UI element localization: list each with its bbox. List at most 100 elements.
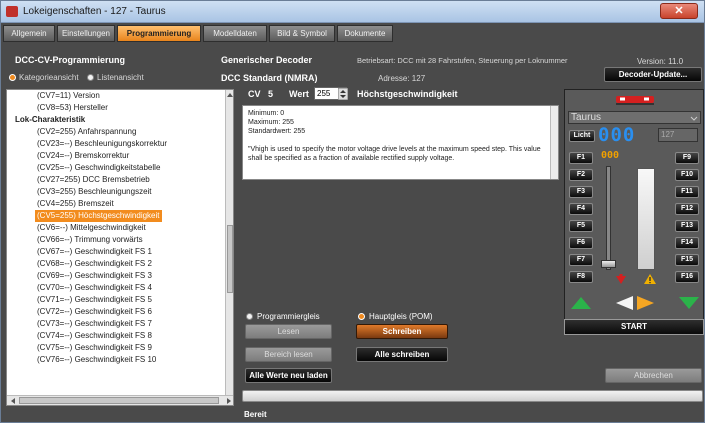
radio-listenansicht[interactable]	[87, 74, 94, 81]
scroll-right-icon[interactable]	[225, 397, 233, 405]
speed-step-value: 127	[661, 130, 675, 139]
version-text: Version: 11.0	[637, 57, 684, 66]
speed-step-stepper[interactable]: 127	[658, 128, 698, 142]
function-f11-button[interactable]: F11	[675, 186, 699, 198]
close-button[interactable]: ✕	[660, 3, 698, 19]
label-listenansicht: Listenansicht	[97, 73, 144, 82]
tree-item[interactable]: (CV75=--) Geschwindigkeit FS 9	[37, 342, 152, 354]
tree-vertical-scrollbar[interactable]	[225, 90, 233, 395]
description-line: Minimum: 0	[248, 110, 285, 117]
tree-item[interactable]: (CV66=--) Trimmung vorwärts	[37, 234, 143, 246]
radio-hauptgleis[interactable]	[358, 313, 365, 320]
description-scrollbar[interactable]	[550, 106, 558, 179]
speed-slider[interactable]	[606, 166, 611, 270]
tree-item[interactable]: (CV72=--) Geschwindigkeit FS 6	[37, 306, 152, 318]
decoder-update-button[interactable]: Decoder-Update...	[604, 67, 702, 82]
tree-item[interactable]: (CV3=255) Beschleunigungszeit	[37, 186, 152, 198]
cv-description: Minimum: 0 Maximum: 255 Standardwert: 25…	[242, 105, 559, 180]
address-text: Adresse: 127	[378, 74, 426, 83]
tab-dokumente[interactable]: Dokumente	[337, 25, 393, 42]
function-f10-button[interactable]: F10	[675, 169, 699, 181]
cv-tree[interactable]: (CV7=11) Version (CV8=53) Hersteller Lok…	[6, 89, 234, 406]
tree-item[interactable]: (CV2=255) Anfahrspannung	[37, 126, 136, 138]
tab-allgemein[interactable]: Allgemein	[3, 25, 55, 42]
function-f8-button[interactable]: F8	[569, 271, 593, 283]
tree-item[interactable]: (CV73=--) Geschwindigkeit FS 7	[37, 318, 152, 330]
description-line: Standardwert: 255	[248, 128, 306, 135]
scroll-up-icon[interactable]	[226, 91, 234, 99]
chevron-down-icon	[690, 116, 698, 121]
tree-horizontal-scroll-thumb[interactable]	[19, 397, 219, 404]
description-text: "Vhigh is used to specify the motor volt…	[248, 146, 541, 162]
down-arrow-icon[interactable]	[678, 296, 700, 310]
function-f5-button[interactable]: F5	[569, 220, 593, 232]
radio-programmiergleis[interactable]	[246, 313, 253, 320]
function-f1-button[interactable]: F1	[569, 152, 593, 164]
tree-item[interactable]: (CV23=--) Beschleunigungskorrektur	[37, 138, 167, 150]
scroll-left-icon[interactable]	[9, 397, 17, 405]
warning-icon[interactable]	[643, 273, 657, 285]
tree-item[interactable]: (CV68=--) Geschwindigkeit FS 2	[37, 258, 152, 270]
app-icon	[6, 6, 18, 17]
function-f12-button[interactable]: F12	[675, 203, 699, 215]
cv-number: 5	[268, 89, 274, 99]
tab-bild-symbol[interactable]: Bild & Symbol	[269, 25, 335, 42]
lesen-button[interactable]: Lesen	[245, 324, 332, 339]
start-button[interactable]: START	[564, 319, 704, 335]
tree-item[interactable]: (CV25=--) Geschwindigkeitstabelle	[37, 162, 160, 174]
function-f3-button[interactable]: F3	[569, 186, 593, 198]
alle-schreiben-button[interactable]: Alle schreiben	[356, 347, 448, 362]
description-line	[248, 136, 553, 145]
tree-group[interactable]: Lok-Charakteristik	[15, 114, 85, 126]
operating-mode-text: Betriebsart: DCC mit 28 Fahrstufen, Steu…	[357, 56, 568, 65]
decoder-type: DCC Standard (NMRA)	[221, 73, 318, 83]
tree-item[interactable]: (CV70=--) Geschwindigkeit FS 4	[37, 282, 152, 294]
radio-kategorieansicht[interactable]	[9, 74, 16, 81]
speed-level-bar	[637, 168, 655, 270]
tree-item-selected[interactable]: (CV5=255) Höchstgeschwindigkeit	[35, 210, 162, 222]
window: Lokeigenschaften - 127 - Taurus ✕ Allgem…	[0, 0, 705, 423]
stop-arrow-icon[interactable]	[615, 273, 627, 285]
function-f2-button[interactable]: F2	[569, 169, 593, 181]
loco-name-text: Taurus	[571, 112, 602, 123]
function-f15-button[interactable]: F15	[675, 254, 699, 266]
window-title: Lokeigenschaften - 127 - Taurus	[23, 6, 166, 17]
bereich-lesen-button[interactable]: Bereich lesen	[245, 347, 332, 362]
tab-modelldaten[interactable]: Modelldaten	[203, 25, 267, 42]
tree-item[interactable]: (CV6=--) Mittelgeschwindigkeit	[37, 222, 146, 234]
tree-item[interactable]: (CV69=--) Geschwindigkeit FS 3	[37, 270, 152, 282]
status-text: Bereit	[244, 410, 267, 419]
function-f14-button[interactable]: F14	[675, 237, 699, 249]
speed-slider-thumb[interactable]	[601, 260, 616, 268]
tree-vertical-scroll-thumb[interactable]	[227, 225, 233, 293]
tab-programmierung[interactable]: Programmierung	[117, 25, 201, 42]
tree-horizontal-scrollbar[interactable]	[7, 395, 233, 405]
abbrechen-button[interactable]: Abbrechen	[605, 368, 702, 383]
label-programmiergleis: Programmiergleis	[257, 312, 320, 321]
function-f9-button[interactable]: F9	[675, 152, 699, 164]
tree-item[interactable]: (CV27=255) DCC Bremsbetrieb	[37, 174, 150, 186]
tree-item[interactable]: (CV74=--) Geschwindigkeit FS 8	[37, 330, 152, 342]
function-f6-button[interactable]: F6	[569, 237, 593, 249]
up-arrow-icon[interactable]	[570, 296, 592, 310]
function-f7-button[interactable]: F7	[569, 254, 593, 266]
alle-werte-neu-laden-button[interactable]: Alle Werte neu laden	[245, 368, 332, 383]
direction-right-icon[interactable]	[635, 295, 655, 311]
tree-item[interactable]: (CV24=--) Bremskorrektur	[37, 150, 129, 162]
schreiben-button[interactable]: Schreiben	[356, 324, 448, 339]
direction-left-icon[interactable]	[615, 295, 635, 311]
tree-item[interactable]: (CV76=--) Geschwindigkeit FS 10	[37, 354, 156, 366]
function-f13-button[interactable]: F13	[675, 220, 699, 232]
tree-item[interactable]: (CV8=53) Hersteller	[37, 102, 108, 114]
description-line: Maximum: 255	[248, 119, 294, 126]
function-f16-button[interactable]: F16	[675, 271, 699, 283]
wert-spinner-icon[interactable]	[338, 88, 348, 100]
tab-einstellungen[interactable]: Einstellungen	[57, 25, 115, 42]
tree-item[interactable]: (CV7=11) Version	[37, 90, 100, 102]
function-f4-button[interactable]: F4	[569, 203, 593, 215]
tree-item[interactable]: (CV67=--) Geschwindigkeit FS 1	[37, 246, 152, 258]
tree-item[interactable]: (CV4=255) Bremszeit	[37, 198, 114, 210]
licht-button[interactable]: Licht	[569, 130, 595, 142]
tree-item[interactable]: (CV71=--) Geschwindigkeit FS 5	[37, 294, 152, 306]
loco-name-select[interactable]: Taurus	[568, 111, 701, 124]
